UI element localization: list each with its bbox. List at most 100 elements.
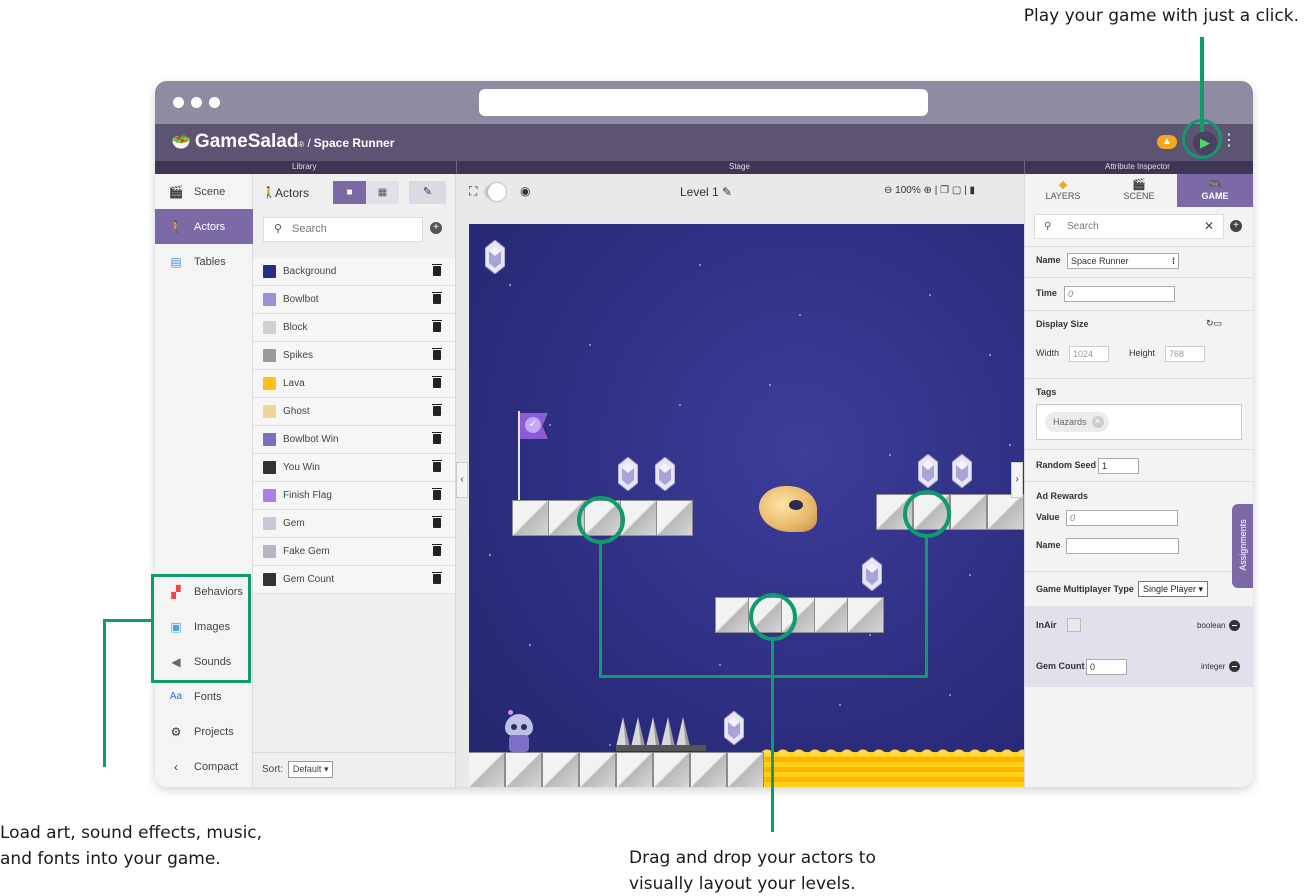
gem-actor[interactable]: [862, 557, 882, 591]
nav-item-compact[interactable]: ‹ Compact: [155, 749, 253, 784]
block-actor[interactable]: [542, 752, 579, 787]
block-actor[interactable]: [653, 752, 690, 787]
trash-icon[interactable]: [432, 544, 442, 556]
actor-row[interactable]: Finish Flag: [253, 482, 455, 510]
actor-search-input[interactable]: ⚲ Search: [263, 217, 423, 242]
nav-item-actors[interactable]: 🚶 Actors: [155, 209, 253, 244]
ghost-actor[interactable]: [759, 486, 817, 532]
trash-icon[interactable]: [432, 460, 442, 472]
url-bar[interactable]: [479, 89, 928, 116]
trash-icon[interactable]: [432, 292, 442, 304]
trash-icon[interactable]: [432, 516, 442, 528]
block-actor[interactable]: [656, 500, 693, 536]
zoom-out-icon[interactable]: ⊖: [884, 185, 892, 196]
ad-name-field[interactable]: [1066, 538, 1179, 554]
actor-row[interactable]: Block: [253, 314, 455, 342]
list-view-button[interactable]: ■: [333, 181, 366, 204]
nav-item-scene[interactable]: 🎬 Scene: [155, 174, 253, 209]
spikes-actor[interactable]: [616, 715, 706, 751]
rotate-icon[interactable]: ↻▭: [1206, 318, 1222, 329]
sort-select[interactable]: Default ▾: [287, 761, 334, 778]
tag-chip[interactable]: Hazards ✕: [1045, 412, 1109, 432]
cloud-upload-icon[interactable]: ▲: [1157, 135, 1177, 149]
block-actor[interactable]: [814, 597, 851, 633]
block-actor[interactable]: [727, 752, 764, 787]
gem-actor[interactable]: [618, 457, 638, 491]
remove-tag-icon[interactable]: ✕: [1091, 416, 1104, 428]
nav-item-tables[interactable]: ▤ Tables: [155, 244, 253, 279]
delete-icon[interactable]: ▮: [969, 185, 975, 196]
trash-icon[interactable]: [432, 488, 442, 500]
trash-icon[interactable]: [432, 432, 442, 444]
more-menu-icon[interactable]: ⋮: [1221, 130, 1237, 150]
add-actor-button[interactable]: +: [430, 222, 442, 234]
copy-icon[interactable]: ❐: [940, 185, 949, 196]
camera-icon[interactable]: ◉: [520, 184, 530, 198]
inspector-search-input[interactable]: ⚲ Search ✕: [1034, 214, 1224, 239]
actor-row[interactable]: Lava: [253, 370, 455, 398]
block-actor[interactable]: [579, 752, 616, 787]
block-actor[interactable]: [505, 752, 542, 787]
zoom-in-icon[interactable]: ⊕: [924, 185, 932, 196]
gem-actor[interactable]: [485, 240, 505, 274]
trash-icon[interactable]: [432, 572, 442, 584]
time-field[interactable]: 0: [1064, 286, 1175, 302]
block-actor[interactable]: [950, 494, 987, 530]
actor-row[interactable]: Bowlbot Win: [253, 426, 455, 454]
gem-actor[interactable]: [952, 454, 972, 488]
block-actor[interactable]: [620, 500, 657, 536]
width-field[interactable]: 1024: [1069, 346, 1109, 362]
add-attribute-button[interactable]: +: [1230, 220, 1242, 232]
name-field[interactable]: Space Runner ⁞: [1067, 253, 1179, 269]
trash-icon[interactable]: [432, 264, 442, 276]
lava-actor[interactable]: [759, 748, 1024, 787]
edit-button[interactable]: ✎: [409, 181, 446, 204]
trash-icon[interactable]: [432, 376, 442, 388]
bowlbot-actor[interactable]: [502, 710, 536, 752]
tab-layers[interactable]: ◆ LAYERS: [1025, 174, 1101, 207]
nav-item-fonts[interactable]: Aa Fonts: [155, 679, 253, 714]
trash-icon[interactable]: [432, 320, 442, 332]
paste-icon[interactable]: ▢: [952, 185, 961, 196]
block-actor[interactable]: [469, 752, 505, 787]
gem-actor[interactable]: [724, 711, 744, 745]
collapse-inspector-button[interactable]: ›: [1011, 462, 1023, 498]
block-actor[interactable]: [616, 752, 653, 787]
random-seed-field[interactable]: 1: [1098, 458, 1139, 474]
collapse-library-button[interactable]: ‹: [456, 462, 468, 498]
actor-row[interactable]: Gem: [253, 510, 455, 538]
remove-attribute-icon[interactable]: [1229, 620, 1240, 631]
close-icon[interactable]: ✕: [1204, 215, 1214, 238]
actor-row[interactable]: You Win: [253, 454, 455, 482]
actor-row[interactable]: Background: [253, 258, 455, 286]
trash-icon[interactable]: [432, 348, 442, 360]
block-actor[interactable]: [512, 500, 549, 536]
actor-row[interactable]: Ghost: [253, 398, 455, 426]
actor-row[interactable]: Bowlbot: [253, 286, 455, 314]
fit-frame-icon[interactable]: ⛶: [469, 184, 477, 199]
height-field[interactable]: 768: [1165, 346, 1205, 362]
tab-scene[interactable]: 🎬 SCENE: [1101, 174, 1177, 207]
grid-toggle[interactable]: [484, 183, 506, 201]
ad-value-field[interactable]: 0: [1066, 510, 1178, 526]
block-actor[interactable]: [690, 752, 727, 787]
gem-count-field[interactable]: 0: [1086, 659, 1127, 675]
tab-game[interactable]: 🎮 GAME: [1177, 174, 1253, 207]
level-title[interactable]: Level 1 ✎: [680, 185, 732, 199]
block-actor[interactable]: [847, 597, 884, 633]
multiplayer-select[interactable]: Single Player ▾: [1138, 581, 1209, 597]
inair-checkbox[interactable]: [1067, 618, 1081, 632]
block-actor[interactable]: [987, 494, 1024, 530]
trash-icon[interactable]: [432, 404, 442, 416]
assignments-tab[interactable]: Assignments: [1232, 504, 1253, 588]
actor-row[interactable]: Gem Count: [253, 566, 455, 594]
actor-row[interactable]: Fake Gem: [253, 538, 455, 566]
gem-actor[interactable]: [655, 457, 675, 491]
gem-actor[interactable]: [918, 454, 938, 488]
actor-row[interactable]: Spikes: [253, 342, 455, 370]
block-actor[interactable]: [715, 597, 752, 633]
remove-attribute-icon[interactable]: [1229, 661, 1240, 672]
grid-view-button[interactable]: ▦: [366, 181, 399, 204]
tags-input[interactable]: Hazards ✕: [1036, 404, 1242, 440]
nav-item-projects[interactable]: ⚙ Projects: [155, 714, 253, 749]
